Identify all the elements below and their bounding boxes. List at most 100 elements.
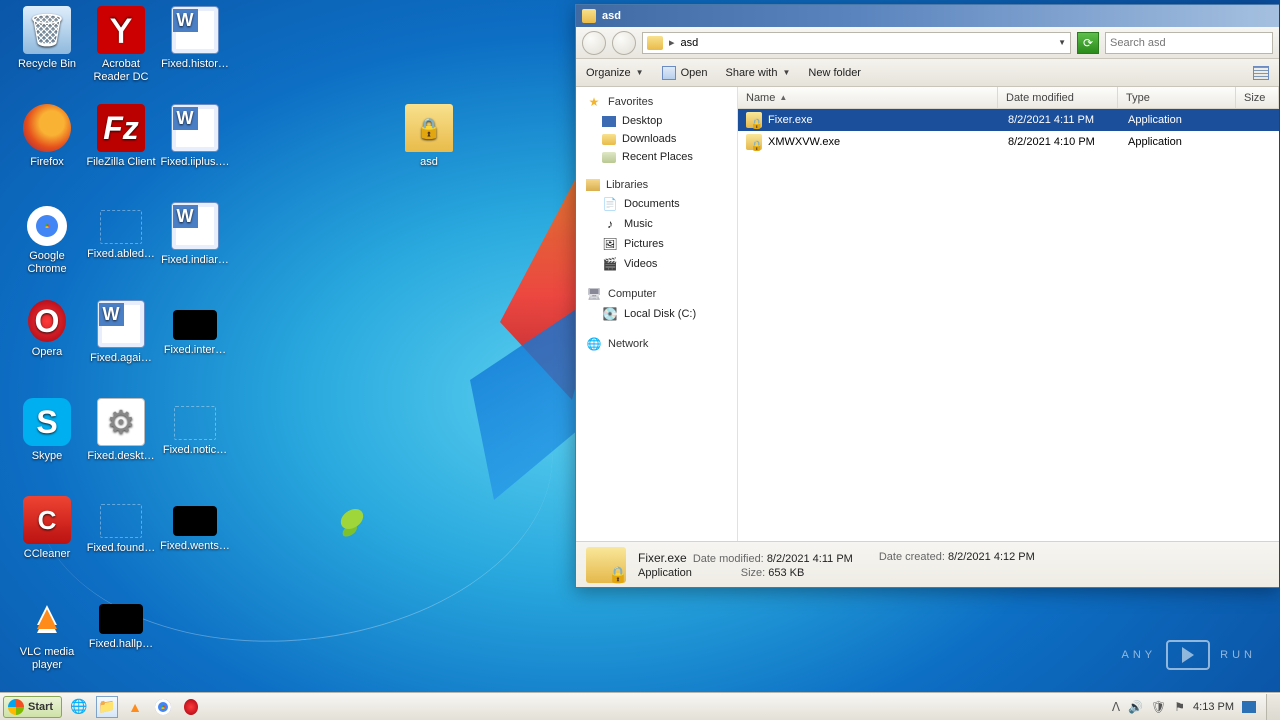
nav-local-disk-c[interactable]: 💽Local Disk (C:) — [576, 303, 737, 323]
desktop-icon-fixed-iiplus-[interactable]: Fixed.iiplus.… — [158, 104, 232, 169]
desktop-icon-recycle-bin[interactable]: Recycle Bin — [10, 6, 84, 71]
desktop-icon-fixed-notic-[interactable]: Fixed.notic… — [158, 398, 232, 457]
col-type[interactable]: Type — [1118, 87, 1236, 108]
tray-expand-icon[interactable]: ⴷ — [1112, 700, 1120, 714]
desktop-icon-opera[interactable]: Opera — [10, 300, 84, 359]
explorer-titlebar[interactable]: asd — [576, 5, 1279, 27]
nav-back-button[interactable] — [582, 31, 606, 55]
chevron-down-icon: ▼ — [782, 68, 790, 77]
desktop-icon-fixed-agai-[interactable]: Fixed.agai… — [84, 300, 158, 365]
nav-downloads[interactable]: Downloads — [576, 129, 737, 147]
details-name: Fixer.exe — [638, 551, 687, 565]
libraries-icon — [586, 179, 600, 191]
file-row[interactable]: Fixer.exe8/2/2021 4:11 PMApplication — [738, 109, 1279, 131]
col-name[interactable]: Name▲ — [738, 87, 998, 108]
icon-label: Acrobat Reader DC — [84, 58, 158, 84]
nav-network[interactable]: 🌐Network — [576, 333, 737, 353]
nav-documents[interactable]: 📄Documents — [576, 193, 737, 213]
file-rows: Fixer.exe8/2/2021 4:11 PMApplicationXMWX… — [738, 109, 1279, 541]
share-with-button[interactable]: Share with▼ — [725, 67, 790, 79]
new-folder-button[interactable]: New folder — [808, 67, 861, 79]
desktop-icon-filezilla-client[interactable]: FileZilla Client — [84, 104, 158, 169]
acrobat-icon — [97, 6, 145, 54]
desktop-icon-firefox[interactable]: Firefox — [10, 104, 84, 169]
icon-label: Skype — [10, 450, 84, 463]
file-date: 8/2/2021 4:10 PM — [1008, 136, 1128, 148]
icon-label: Fixed.notic… — [158, 444, 232, 457]
word-icon — [171, 202, 219, 250]
vlc-icon — [23, 594, 71, 642]
desktop-icon-fixed-indiar-[interactable]: Fixed.indiar… — [158, 202, 232, 267]
tray-clock[interactable]: 4:13 PM — [1193, 701, 1234, 713]
black-icon — [173, 506, 217, 536]
view-options-button[interactable] — [1253, 66, 1269, 80]
taskbar-ie-icon[interactable]: 🌐 — [68, 696, 90, 718]
desktop-icon-fixed-found-[interactable]: Fixed.found… — [84, 496, 158, 555]
placeholder-icon — [100, 210, 142, 244]
size-label: Size: — [741, 567, 765, 579]
open-button[interactable]: Open — [662, 66, 708, 80]
desktop-icon-fixed-histor-[interactable]: Fixed.histor… — [158, 6, 232, 71]
taskbar-explorer-icon[interactable]: 📁 — [96, 696, 118, 718]
nav-libraries[interactable]: Libraries — [576, 175, 737, 193]
chevron-down-icon[interactable]: ▼ — [1058, 38, 1066, 47]
search-input[interactable] — [1105, 32, 1273, 54]
desktop-icon-vlc-media-player[interactable]: VLC media player — [10, 594, 84, 672]
nav-pictures[interactable]: 🖼Pictures — [576, 233, 737, 253]
exe-icon — [746, 112, 762, 128]
desktop-icon-acrobat-reader-dc[interactable]: Acrobat Reader DC — [84, 6, 158, 84]
desktop-icon-ccleaner[interactable]: CCleaner — [10, 496, 84, 561]
tray-security-icon[interactable]: 🛡 — [1151, 700, 1166, 714]
desktop-icon-asd[interactable]: asd — [392, 104, 466, 169]
explorer-toolbar: Organize▼ Open Share with▼ New folder — [576, 59, 1279, 87]
date-modified-value: 8/2/2021 4:11 PM — [767, 553, 853, 565]
file-name: Fixer.exe — [768, 114, 1008, 126]
icon-label: Fixed.wents… — [158, 540, 232, 553]
nav-recent-places[interactable]: Recent Places — [576, 147, 737, 165]
lock-exe-icon — [586, 547, 626, 583]
taskbar-chrome-icon[interactable] — [152, 696, 174, 718]
address-bar[interactable]: ▸ asd ▼ — [642, 32, 1071, 54]
desktop-icon-fixed-inter-[interactable]: Fixed.inter… — [158, 300, 232, 357]
window-title: asd — [602, 10, 621, 22]
refresh-button[interactable]: ⟳ — [1077, 32, 1099, 54]
taskbar-vlc-icon[interactable]: ▲ — [124, 696, 146, 718]
col-size[interactable]: Size — [1236, 87, 1279, 108]
firefox-icon — [23, 104, 71, 152]
icon-label: Opera — [10, 346, 84, 359]
tray-network-icon[interactable] — [1242, 701, 1256, 713]
desktop-icon-fixed-abled-[interactable]: Fixed.abled… — [84, 202, 158, 261]
windows-orb-icon — [8, 699, 24, 715]
col-date-modified[interactable]: Date modified — [998, 87, 1118, 108]
start-button[interactable]: Start — [3, 696, 62, 718]
icon-label: Recycle Bin — [10, 58, 84, 71]
downloads-icon — [602, 134, 616, 145]
ccl-icon — [23, 496, 71, 544]
file-name: XMWXVW.exe — [768, 136, 1008, 148]
show-desktop-button[interactable] — [1266, 694, 1280, 720]
taskbar-opera-icon[interactable] — [180, 696, 202, 718]
tray-volume-icon[interactable]: 🔊 — [1128, 700, 1143, 714]
placeholder-icon — [174, 406, 216, 440]
desktop-icon-fixed-hallp-[interactable]: Fixed.hallp… — [84, 594, 158, 651]
system-tray: ⴷ 🔊 🛡 ⚑ 4:13 PM — [1112, 700, 1262, 714]
word-icon — [171, 6, 219, 54]
desktop-icon-skype[interactable]: Skype — [10, 398, 84, 463]
desktop-icon — [602, 116, 616, 127]
organize-button[interactable]: Organize▼ — [586, 67, 644, 79]
icon-label: Fixed.indiar… — [158, 254, 232, 267]
nav-favorites[interactable]: ★Favorites — [576, 91, 737, 111]
desktop-icon-fixed-deskt-[interactable]: Fixed.deskt… — [84, 398, 158, 463]
anyrun-watermark: ANY RUN — [1122, 640, 1256, 670]
nav-music[interactable]: ♪Music — [576, 213, 737, 233]
desktop-icon-fixed-wents-[interactable]: Fixed.wents… — [158, 496, 232, 553]
recent-icon — [602, 152, 616, 163]
nav-desktop[interactable]: Desktop — [576, 111, 737, 129]
file-row[interactable]: XMWXVW.exe8/2/2021 4:10 PMApplication — [738, 131, 1279, 153]
desktop-icon-google-chrome[interactable]: Google Chrome — [10, 202, 84, 276]
tray-flag-icon[interactable]: ⚑ — [1174, 700, 1185, 714]
nav-computer[interactable]: 🖥Computer — [576, 283, 737, 303]
nav-videos[interactable]: 🎬Videos — [576, 253, 737, 273]
icon-label: Fixed.agai… — [84, 352, 158, 365]
nav-forward-button[interactable] — [612, 31, 636, 55]
